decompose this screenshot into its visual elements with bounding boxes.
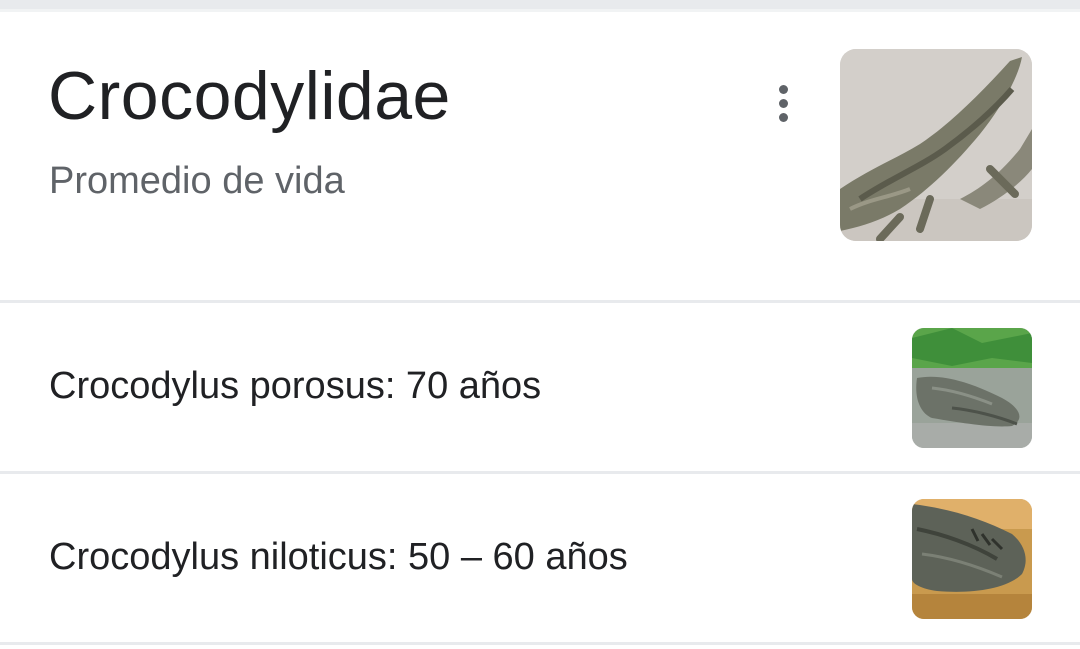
crocodile-image[interactable] [840, 49, 1032, 241]
more-vert-icon [778, 84, 788, 94]
divider [0, 642, 1080, 645]
card-subtitle: Promedio de vida [49, 160, 345, 202]
card-header: Crocodylidae Promedio de vida [0, 12, 1080, 300]
list-item-porosus[interactable]: Crocodylus porosus: 70 años [0, 303, 1080, 471]
list-item-label: Crocodylus porosus: 70 años [49, 365, 542, 407]
top-separator [0, 0, 1080, 9]
nile-crocodile-photo-icon [912, 499, 1032, 619]
more-vert-icon-dot [778, 98, 788, 108]
saltwater-crocodile-photo-icon [912, 328, 1032, 448]
crocodile-photo-icon [840, 49, 1032, 241]
more-vert-icon-dot [778, 112, 788, 122]
niloticus-image [912, 499, 1032, 619]
porosus-image [912, 328, 1032, 448]
card-title: Crocodylidae [48, 58, 451, 134]
list-item-label: Crocodylus niloticus: 50 – 60 años [49, 536, 628, 578]
knowledge-card: Crocodylidae Promedio de vida Crocodylus… [0, 0, 1080, 649]
list-item-niloticus[interactable]: Crocodylus niloticus: 50 – 60 años [0, 474, 1080, 642]
more-options-button[interactable] [758, 78, 808, 128]
